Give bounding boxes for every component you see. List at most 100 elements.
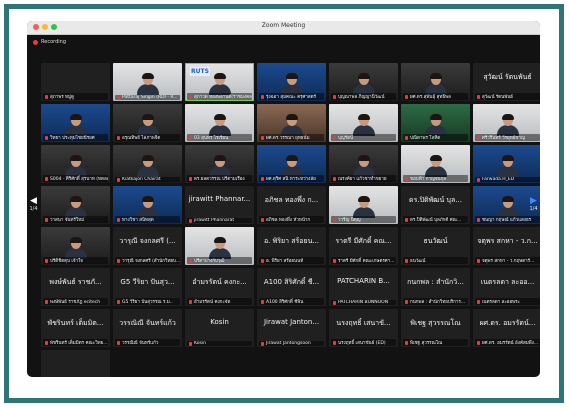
participant-name-label: อ. พิริยา สร้อยนนท์ — [259, 257, 324, 264]
participant-name-text: ปรีดาบางกับวุฒิ — [194, 259, 225, 264]
participant-tile[interactable]: พัชรินทร์ เต็มมิต... พัชรินทร์ เต็มมิตร ค… — [41, 309, 110, 347]
participant-tile[interactable]: ปรีดาบางกับวุฒิ — [185, 227, 254, 265]
participant-tile[interactable]: สุวัฒน์ รัตนพันธ์ สุวัฒน์ รัตนพันธ์ — [473, 63, 540, 101]
participant-tile[interactable]: ผศ.ดร. อมรรัตน์... ผศ.ดร. อมรรัตน์ อ้งค์ส… — [473, 309, 540, 347]
participant-tile[interactable]: วารีญ นิตุญ — [329, 186, 398, 224]
participant-name-label: ปณิดาพร โลหิต — [403, 134, 468, 141]
muted-mic-icon — [117, 340, 120, 345]
muted-mic-icon — [45, 258, 48, 263]
participant-tile[interactable]: วิทยา ประทุมไชยนีรยศ — [41, 104, 110, 142]
participant-tile[interactable]: ราตรี มีศักดิ์ คณ... ราตรี มีศักดิ์ คณะเก… — [329, 227, 398, 265]
participant-name-label: PATCHARIN BUNNOON — [331, 300, 396, 305]
muted-mic-icon — [261, 135, 264, 140]
participant-tile[interactable]: ปณิดาพร โลหิต — [401, 104, 470, 142]
participant-tile[interactable]: S004 - ศิริศักดิ์ สุรนาท (ทดลองฯ — [41, 145, 110, 183]
participant-name-text: A100 สิริศักดิ์ ชีพิน — [266, 300, 304, 305]
participant-tile[interactable]: วาสนา จันทร์ใหม่ — [41, 186, 110, 224]
participant-name-text: ผศ.ดร.วรรณา ยุทธนั่ม — [266, 136, 310, 141]
participant-tile[interactable]: ศรีวรินทร์ วีรยุทธ์ชาญ — [473, 104, 540, 142]
participant-tile[interactable]: G5 วีริยา ปันสุว... G5 วีริยา ปันสุวรรณ ร… — [113, 268, 182, 306]
participant-tile[interactable]: บุญณาพล ภิญญานิวัฒน์ — [329, 63, 398, 101]
muted-mic-icon — [189, 218, 192, 223]
recording-dot-icon — [33, 39, 38, 45]
participant-name-label: สุภาวด ทองพลานต์(ราชมงคลศรีวิชัย) — [187, 93, 252, 100]
participant-tile[interactable]: ณรงค์ยา แก้วชาทำขยาย — [329, 145, 398, 183]
participant-name-text: jirawitt Phannarat — [194, 218, 235, 223]
participant-tile[interactable]: ดร.ปิติพัฒน์ บุล... ดร.ปิติพัฒน์ บุลภักดี… — [401, 186, 470, 224]
participant-tile[interactable]: ดร.ยลตวรรณ ปรีตามเรือง — [185, 145, 254, 183]
participant-name-text: ทางวิชา สนิทสุด — [122, 218, 154, 223]
muted-mic-icon — [405, 176, 408, 181]
participant-name-label: ราตรี มีศักดิ์ คณะเกษตรศา... — [331, 257, 396, 264]
participant-name-text: PATCHARIN BUNNOON — [338, 300, 389, 305]
participant-name-text: ดร.ปิติพัฒน์ บุลภักดี ศณ... — [410, 218, 462, 223]
participant-tile[interactable]: Kosin Kosin — [185, 309, 254, 347]
participant-tile[interactable]: เนตรลดา ละออ... เนตรลดา ละออพระ — [473, 268, 540, 306]
participant-tile[interactable]: รุ่งฉอา สุมคณะ ครุศาสตร์ — [257, 63, 326, 101]
participant-tile[interactable]: อภิชล ทองพึ่ง ก... อภิชล ทองพึ่ง หัวหน้าก — [257, 186, 326, 224]
muted-mic-icon — [117, 95, 120, 100]
participant-name-text: ธนวัฒน์ — [410, 259, 426, 264]
participant-tile[interactable]: ผศ.ดร.วรรณา ยุทธนั่ม — [257, 104, 326, 142]
hair-shape — [69, 196, 82, 202]
participant-tile[interactable]: บุญรัตน์ — [329, 104, 398, 142]
participant-name-text: วาสนา จันทร์ใหม่ — [50, 218, 85, 223]
participant-name-label: ปรีดิชิตตุบ เจ้าใจ — [43, 257, 108, 264]
participant-tile[interactable]: PATCHARIN B... PATCHARIN BUNNOON — [329, 268, 398, 306]
muted-mic-icon — [189, 341, 192, 346]
participant-video — [64, 237, 88, 259]
participant-name-text: 03 สุนทร ไร่เรียน — [194, 136, 229, 141]
participant-tile[interactable]: วรรณิณี จันทร์แก้ว วรรณิณี จันทร์แก้ว — [113, 309, 182, 347]
previous-page-button[interactable]: ◀ 1/4 — [29, 189, 38, 219]
participant-tile[interactable]: jirawitt Phannar... jirawitt Phannarat — [185, 186, 254, 224]
participant-name-label: ผศ.ดร. อมรรัตน์ อ้งค์สมพึง... — [475, 339, 540, 346]
participant-display-name: jirawitt Phannar... — [188, 195, 251, 203]
participant-tile[interactable]: อ. พิริยา สร้อยน... อ. พิริยา สร้อยนนท์ — [257, 227, 326, 265]
participant-tile[interactable]: Jirawat Janton... Jirawat Jantongsoon — [257, 309, 326, 347]
participant-display-name: Kosin — [210, 318, 229, 326]
participant-name-label: บุญณาพล ภิญญานิวัฒน์ — [331, 93, 396, 100]
participant-tile[interactable]: อรุณทิพย์ ไล่ภาพจิต — [113, 104, 182, 142]
participant-tile[interactable]: ธนวัฒน์ ธนวัฒน์ — [401, 227, 470, 265]
participant-tile[interactable]: พงษ์พันธ์ ราชภั... พงษ์พันธ์ ราชภัฏ ecite… — [41, 268, 110, 306]
participant-tile[interactable]: ผศ.ดร.สุพันธุ์ สุทธิพล — [401, 63, 470, 101]
muted-mic-icon — [189, 135, 192, 140]
chevron-right-icon: ▶ — [530, 195, 537, 206]
participant-display-name: จตุพร สกหา - ว.ก... — [477, 237, 538, 245]
participant-tile[interactable]: Kiatkajon Chairat — [113, 145, 182, 183]
participant-name-label: Jirawat Jantongsoon — [259, 341, 324, 346]
participant-display-name: วรรณิณี จันทร์แก้ว — [119, 319, 176, 327]
participant-tile[interactable]: กนกพล : สำนักวิ... กนกพล : สำนักวิทยบริกา… — [401, 268, 470, 306]
participant-tile[interactable]: 03 สุนทร ไร่เรียน — [185, 104, 254, 142]
participant-display-name: กนกพล : สำนักวิ... — [407, 278, 464, 286]
hair-shape — [69, 114, 82, 120]
participant-tile[interactable]: ทางวิชา สนิทสุด — [113, 186, 182, 224]
participant-name-text: ผศ.ดร.สุพันธุ์ สุทธิพล — [410, 95, 451, 100]
participant-name-text: เนตรลดา ละออพระ — [482, 300, 520, 305]
participant-tile[interactable]: ปรีดิชิตตุบ เจ้าใจ — [41, 227, 110, 265]
participant-name-text: ณรงค์ยา แก้วชาทำขยาย — [338, 177, 387, 182]
muted-mic-icon — [405, 299, 408, 304]
participant-tile[interactable]: ขอบฟ้า กาญจนกุล — [401, 145, 470, 183]
participant-tile[interactable]: พิเชฐ สุวรรณโณ พิเชฐ สุวรรณโณ — [401, 309, 470, 347]
participant-name-text: สุภาวด ทองพลานต์(ราชมงคลศรีวิชัย) — [194, 95, 252, 100]
participant-name-text: Jirawat Jantongsoon — [266, 341, 311, 346]
participant-name-label: วิทยา ประทุมไชยนีรยศ — [43, 134, 108, 141]
participant-tile[interactable]: RUTSสุภาวด ทองพลานต์(ราชมงคลศรีวิชัย) — [185, 63, 254, 101]
participant-tile[interactable]: Farwada.H_ED — [473, 145, 540, 183]
participant-tile[interactable]: จตุพร สกหา - ว.ก... จตุพร สกหา - ว.กฤษตาร… — [473, 227, 540, 265]
participant-tile[interactable]: ผศ.ดุริศ สนิ หาระหว่างลัย — [257, 145, 326, 183]
recording-indicator[interactable]: Recording — [33, 39, 66, 45]
participant-tile[interactable]: สุภาพร หมู่ดู — [41, 63, 110, 101]
participant-tile[interactable]: อำมรรัตน์ คงกะ... อำมรรัตน์ คงกะจัด — [185, 268, 254, 306]
participant-tile[interactable]: วารุณี จงกลศรี (... วารุณี จงกลศรี (สำนัก… — [113, 227, 182, 265]
participant-name-label: สุภาพร หมู่ดู — [43, 93, 108, 100]
participant-tile[interactable]: นรงฤทธิ์ เสนาขั... นรงฤทธิ์ เสนาขันธ์ (ED… — [329, 309, 398, 347]
hair-shape — [141, 114, 154, 120]
participant-tile[interactable] — [41, 350, 110, 377]
muted-mic-icon — [477, 177, 480, 182]
next-page-button[interactable]: ▶ 1/4 — [529, 189, 538, 219]
participant-tile[interactable]: A100 สิริศักดิ์ ชี... A100 สิริศักดิ์ ชีพ… — [257, 268, 326, 306]
participant-tile[interactable]: Pattaraj Singin (RDI - R... — [113, 63, 182, 101]
participant-name-label: ดร.ปิติพัฒน์ บุลภักดี ศณ... — [403, 216, 468, 223]
